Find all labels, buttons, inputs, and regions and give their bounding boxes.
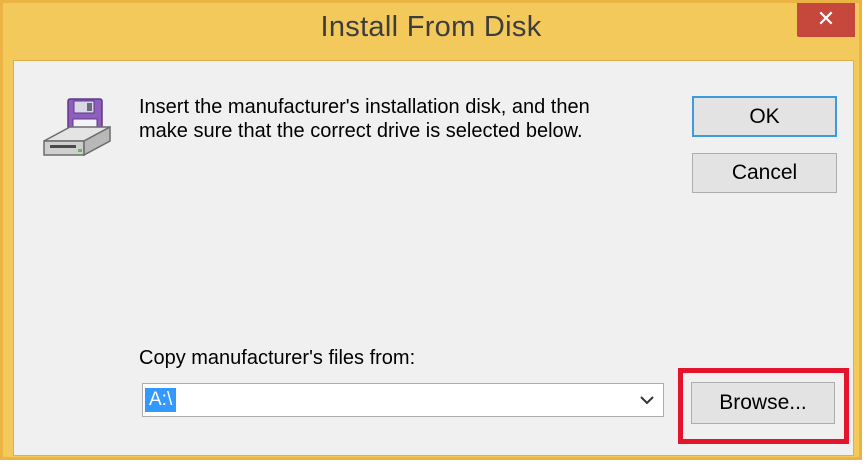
browse-button[interactable]: Browse... — [691, 382, 835, 424]
chevron-down-icon[interactable] — [637, 390, 657, 410]
instruction-text: Insert the manufacturer's installation d… — [139, 96, 590, 142]
ok-button[interactable]: OK — [692, 96, 837, 137]
floppy-disk-drive-icon — [43, 98, 111, 157]
close-button[interactable]: ✕ — [797, 3, 855, 37]
source-path-value[interactable]: A:\ — [145, 388, 177, 412]
copy-from-label: Copy manufacturer's files from: — [139, 347, 416, 369]
window-title: Install From Disk — [320, 11, 542, 43]
install-from-disk-window: Install From Disk ✕ Insert the manufactu… — [0, 0, 862, 460]
source-path-combobox[interactable]: A:\ — [142, 383, 664, 417]
dialog-body: Insert the manufacturer's installation d… — [13, 60, 854, 456]
close-icon: ✕ — [816, 6, 836, 31]
title-bar[interactable]: Install From Disk ✕ — [3, 3, 859, 59]
cancel-button[interactable]: Cancel — [692, 153, 837, 193]
